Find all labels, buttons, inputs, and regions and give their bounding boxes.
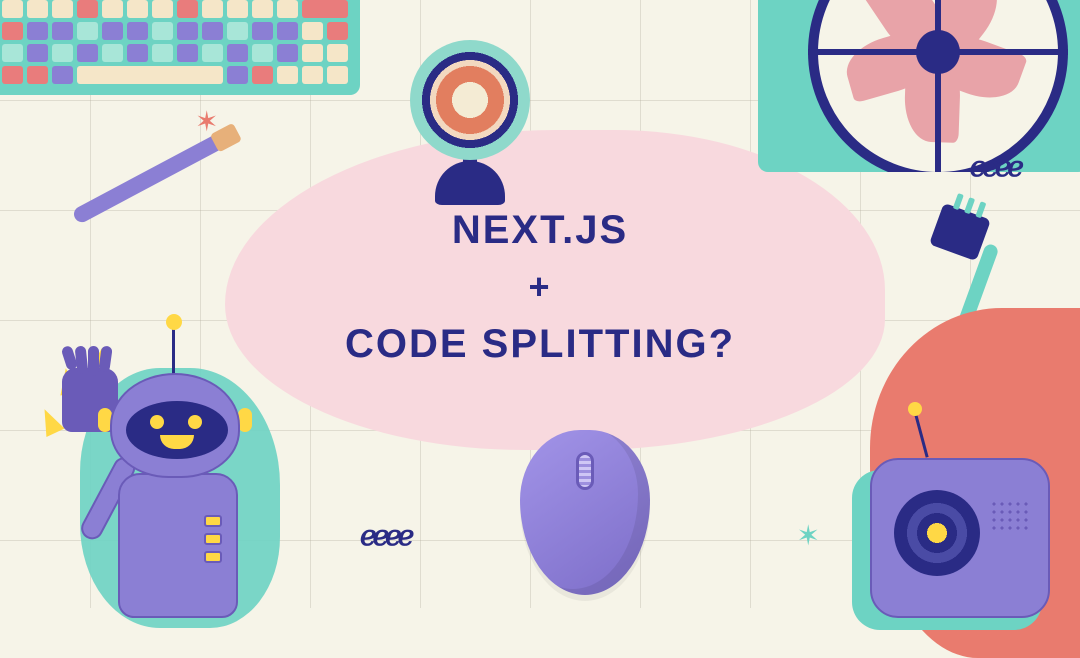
fan-icon [758,0,1080,172]
squiggle-doodle-icon: ℯℯℯℯ [360,519,410,553]
squiggle-doodle-icon: ℯℯℯℯ [970,150,1020,184]
camera-robot-icon [870,458,1050,628]
star-doodle-icon: ✶ [797,519,820,553]
keyboard-icon [0,0,360,95]
title-plus: + [0,260,1080,314]
webcam-icon [405,40,535,205]
title-line-2: Code Splitting? [345,322,735,366]
page-title: Next.js + Code Splitting? [0,200,1080,374]
star-doodle-icon: ✶ [195,105,218,139]
title-line-1: Next.js [452,208,628,252]
